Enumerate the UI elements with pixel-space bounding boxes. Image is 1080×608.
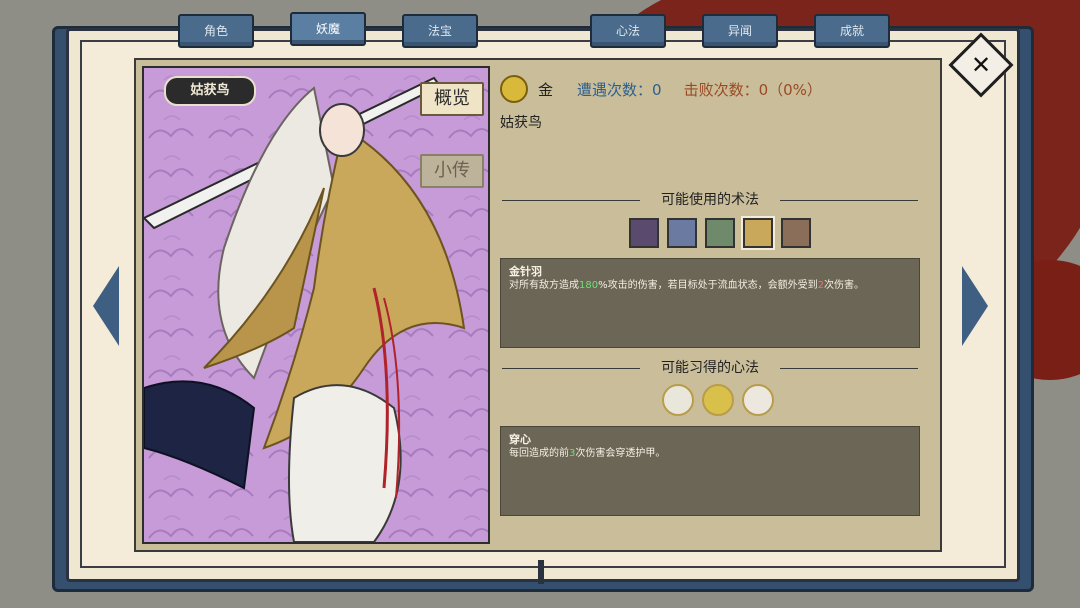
spell-spark-icon[interactable] xyxy=(667,218,697,248)
monster-portrait xyxy=(142,66,490,544)
tab-overview[interactable]: 概览 xyxy=(420,82,484,116)
mind-description: 每回造成的前3次伤害会穿透护甲。 xyxy=(509,448,666,459)
tab-treasure[interactable]: 法宝 xyxy=(402,14,478,48)
tab-mind[interactable]: 心法 xyxy=(590,14,666,48)
info-row: 金 遭遇次数：0 击败次数：0（0%） xyxy=(500,75,822,103)
encounter-count: 遭遇次数：0 xyxy=(577,80,662,99)
spell-purple-icon[interactable] xyxy=(629,218,659,248)
close-icon: ✕ xyxy=(970,51,992,79)
mind-icon-row xyxy=(662,384,774,416)
mind-heart-icon[interactable] xyxy=(702,384,734,416)
mind-arrows-icon[interactable] xyxy=(662,384,694,416)
tab-achievement[interactable]: 成就 xyxy=(814,14,890,48)
spells-section-title: 可能使用的术法 xyxy=(500,190,920,210)
tab-tales[interactable]: 异闻 xyxy=(702,14,778,48)
portrait-illustration xyxy=(144,68,488,542)
next-page-arrow-icon[interactable] xyxy=(962,266,988,346)
spell-icon-row xyxy=(629,216,811,250)
element-type: 金 xyxy=(538,80,554,99)
mind-name: 穿心 xyxy=(509,433,531,446)
spell-gold-icon[interactable] xyxy=(741,216,775,250)
prev-page-arrow-icon[interactable] xyxy=(93,266,119,346)
tab-biography[interactable]: 小传 xyxy=(420,154,484,188)
spell-brown-icon[interactable] xyxy=(781,218,811,248)
spell-green-icon[interactable] xyxy=(705,218,735,248)
tab-character[interactable]: 角色 xyxy=(178,14,254,48)
mind-slash-icon[interactable] xyxy=(742,384,774,416)
tab-monster[interactable]: 妖魔 xyxy=(290,12,366,46)
book-spine xyxy=(538,560,544,584)
mind-description-box: 穿心 每回造成的前3次伤害会穿透护甲。 xyxy=(500,426,920,516)
spell-description: 对所有敌方造成180%攻击的伤害，若目标处于流血状态，会额外受到2次伤害。 xyxy=(509,280,864,291)
monster-name-plate: 姑获鸟 xyxy=(164,76,256,106)
defeat-count: 击败次数：0（0%） xyxy=(683,80,822,99)
spell-name: 金针羽 xyxy=(509,265,542,278)
monster-description-name: 姑获鸟 xyxy=(500,115,542,131)
gold-element-icon xyxy=(500,75,528,103)
spell-description-box: 金针羽 对所有敌方造成180%攻击的伤害，若目标处于流血状态，会额外受到2次伤害… xyxy=(500,258,920,348)
mind-section-title: 可能习得的心法 xyxy=(500,358,920,378)
